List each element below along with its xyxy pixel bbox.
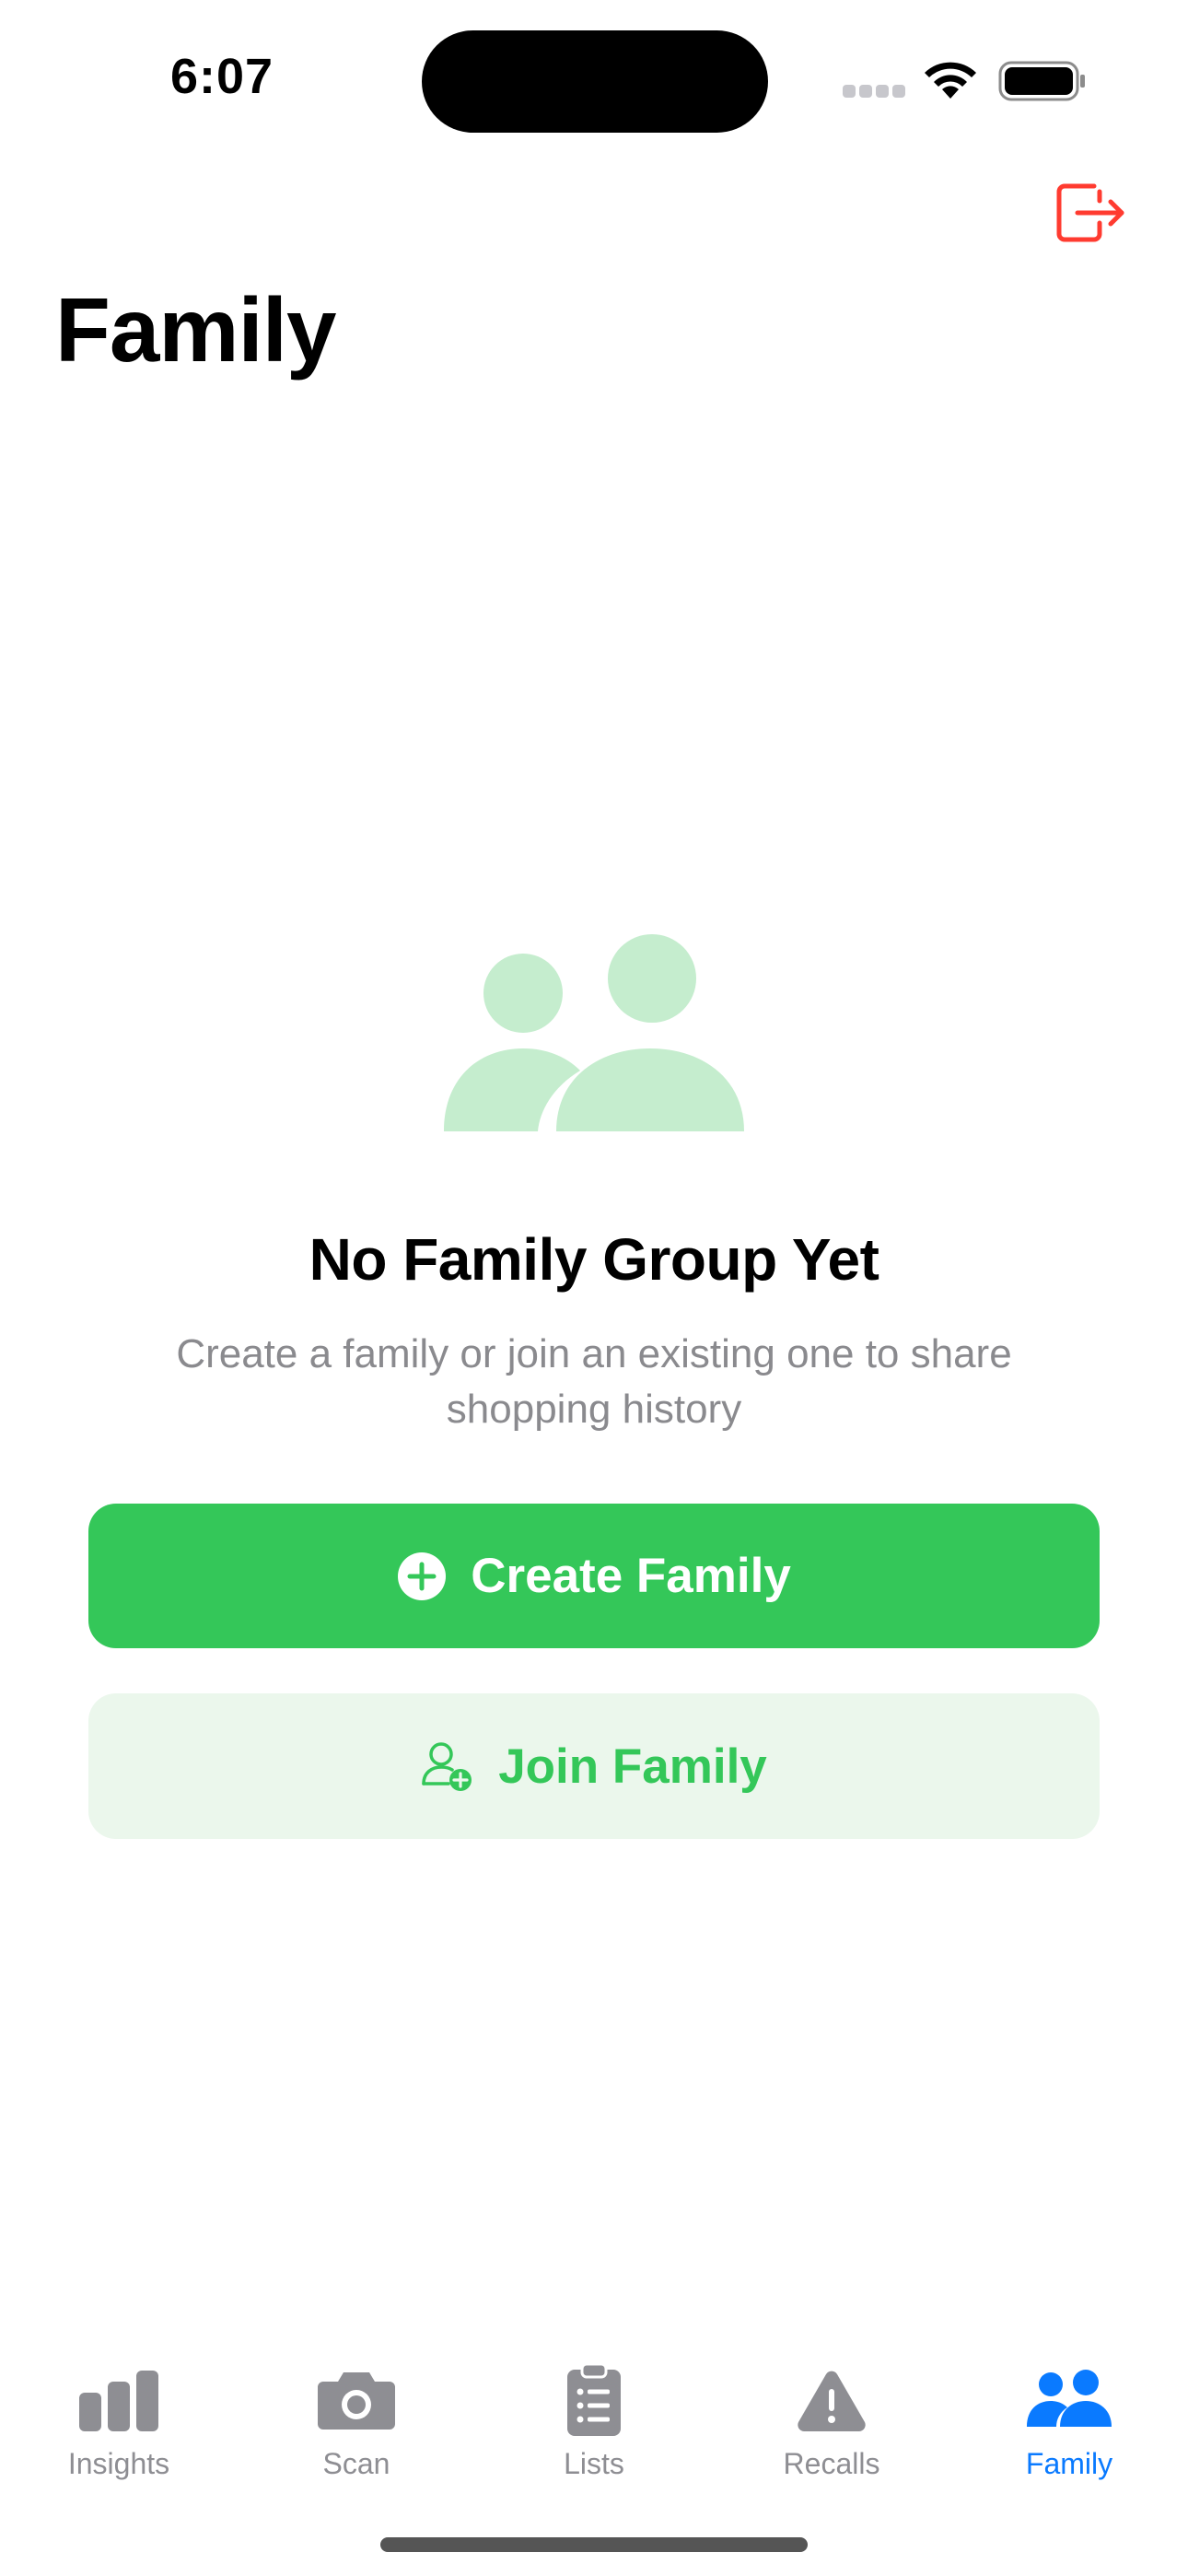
create-family-label: Create Family bbox=[471, 1549, 791, 1603]
logout-button[interactable] bbox=[1050, 173, 1127, 251]
chart-bar-icon bbox=[79, 2371, 158, 2431]
people-icon bbox=[444, 934, 744, 1131]
empty-state-subtitle: Create a family or join an existing one … bbox=[176, 1331, 1012, 1432]
cellular-signal-icon bbox=[843, 85, 907, 98]
tab-insights[interactable]: Insights bbox=[0, 2331, 238, 2497]
page-title: Family bbox=[55, 279, 336, 381]
tab-recalls[interactable]: Recalls bbox=[713, 2331, 950, 2497]
tab-label: Scan bbox=[322, 2447, 390, 2480]
clipboard-list-icon bbox=[567, 2362, 621, 2436]
tab-lists[interactable]: Lists bbox=[475, 2331, 713, 2497]
tab-label: Recalls bbox=[783, 2447, 880, 2480]
home-indicator bbox=[380, 2537, 808, 2552]
dynamic-island bbox=[422, 30, 768, 133]
logout-icon bbox=[1056, 183, 1124, 242]
tab-label: Lists bbox=[564, 2447, 624, 2480]
status-bar: 6:07 bbox=[0, 0, 1188, 147]
people-icon bbox=[1027, 2370, 1112, 2427]
empty-state-title: No Family Group Yet bbox=[309, 1226, 879, 1293]
plus-circle-icon bbox=[398, 1551, 447, 1600]
warning-icon bbox=[798, 2371, 866, 2431]
battery-icon bbox=[998, 61, 1085, 101]
create-family-button[interactable]: Create Family bbox=[88, 1504, 1100, 1648]
tab-family[interactable]: Family bbox=[950, 2331, 1188, 2497]
join-family-label: Join Family bbox=[498, 1739, 767, 1794]
wifi-icon bbox=[925, 62, 976, 99]
status-time: 6:07 bbox=[170, 49, 274, 104]
join-family-button[interactable]: Join Family bbox=[88, 1693, 1100, 1839]
camera-icon bbox=[318, 2372, 395, 2430]
person-add-icon bbox=[422, 1742, 472, 1791]
tab-label: Family bbox=[1025, 2447, 1113, 2480]
tab-scan[interactable]: Scan bbox=[238, 2331, 475, 2497]
tab-label: Insights bbox=[67, 2447, 170, 2480]
